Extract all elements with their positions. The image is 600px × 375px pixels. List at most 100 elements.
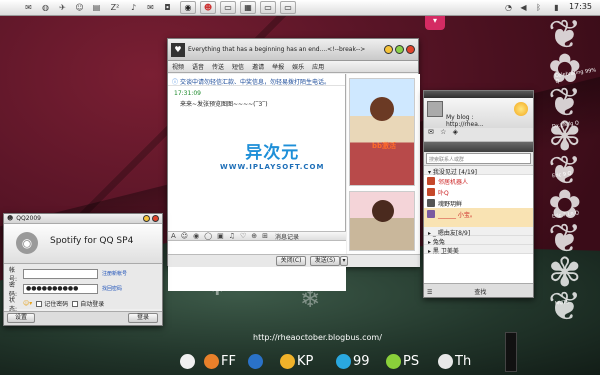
pink-tag[interactable]: ▾ [425,16,445,30]
minimize-button[interactable] [384,45,393,54]
forgot-password-link[interactable]: 找回密码 [102,285,122,292]
menu-sms[interactable]: 短信 [232,62,244,71]
signature[interactable]: My blog : http://rhea... [446,114,512,128]
dock-globe-icon [248,354,263,369]
send-button[interactable]: 发送(S) [310,256,340,266]
voice-message-icon[interactable]: ◯ [204,232,212,240]
font-icon[interactable]: A [171,232,176,240]
minimize-button[interactable] [143,215,150,222]
remember-label: 记住密码 [44,301,69,308]
qq-show-friend-figure-icon [372,200,394,222]
menu-apps[interactable]: 应用 [312,62,324,71]
apple-icon[interactable] [6,2,17,13]
qq-show-figure-icon [370,97,394,121]
mail2-icon[interactable]: ✉ [145,2,156,13]
heart-icon[interactable]: ♡ [240,232,246,240]
account-field[interactable] [23,268,98,279]
emoji-icon[interactable]: ☺ [181,232,188,240]
menu-voice[interactable]: 语音 [192,62,204,71]
login-titlebar[interactable]: ☻ QQ2009 [4,214,162,224]
mail-icon[interactable]: ✉ [23,2,34,13]
clock[interactable]: 17:35 [569,2,592,11]
menu-video[interactable]: 视频 [172,62,184,71]
dock-kp-label: KP [297,354,314,369]
contact-group[interactable]: ▸ 黑 卫美美 [424,245,533,255]
history-icon[interactable]: ⊞ [262,232,268,240]
battery-icon[interactable]: ▮ [551,2,562,13]
password-field[interactable]: ●●●●●●●●●● [23,283,98,294]
volume-icon[interactable]: ◀ [518,2,529,13]
wifi-icon[interactable]: ◔ [503,2,514,13]
contact-item[interactable]: 魂野玥鲜 [424,197,533,208]
login-banner: ◉ Spotify for QQ SP4 [4,224,162,264]
menu-transfer[interactable]: 传送 [212,62,224,71]
close-chat-button[interactable]: 关闭(C) [276,256,306,266]
dock-item-finder[interactable] [180,354,197,372]
contact-item-selected[interactable]: ______ 小宝。 [424,208,533,227]
task-chat-icon[interactable]: ▦ [240,1,256,14]
dock-item-th[interactable]: Th [438,354,471,372]
message-history[interactable]: 17:31:09 来来~发张预览图图~~~~(‾3‾) 异次元 WWW.IPLA… [168,86,345,181]
dock-item-ff[interactable]: FF [204,354,236,372]
status-dropdown[interactable]: ☺▾ [23,300,32,307]
folder-icon[interactable]: ▤ [91,2,102,13]
history-button[interactable]: 消息记录 [275,232,299,241]
qq-show-avatar[interactable]: bb激活 [349,78,415,186]
send-options-button[interactable]: ▾ [340,256,348,266]
shake-icon[interactable]: ◉ [193,232,199,240]
dock-item-kp[interactable]: KP [280,354,313,372]
bluetooth-icon[interactable]: ᛒ [533,2,544,13]
menu-report[interactable]: 举报 [272,62,284,71]
chat-avatar[interactable]: ♥ [171,42,185,57]
menu-icon[interactable]: ☰ [427,289,432,296]
blog-url[interactable]: http://rheaoctober.blogbus.com/ [253,333,382,342]
weather-sun-icon[interactable] [514,102,528,116]
task-explorer-icon[interactable]: ▭ [220,1,236,14]
message-text: 来来~发张预览图图~~~~(‾3‾) [180,101,268,108]
dock-item-ps[interactable]: PS [386,354,419,372]
dock-item-99[interactable]: 99 [336,354,370,372]
contact-item[interactable]: 邻居机器人 [424,175,533,186]
task-qq-icon[interactable]: ☻ [200,1,216,14]
dock-item-globe[interactable] [248,354,265,372]
contact-group[interactable]: ▸ 兔兔 [424,236,533,246]
mute-widget[interactable] [505,332,517,372]
contact-search[interactable]: 搜索联系人或群 [426,153,531,164]
contact-group[interactable]: ▾ 我没见过 [4/19] [424,166,533,176]
register-link[interactable]: 注册新帐号 [102,270,127,277]
contacts-titlebar[interactable] [424,91,533,98]
settings-button[interactable]: 设置 [7,313,35,323]
contact-tabs[interactable] [424,142,533,152]
menu-invite[interactable]: 邀请 [252,62,264,71]
login-button[interactable]: 登录 [128,313,158,323]
task-window2-icon[interactable]: ▭ [280,1,296,14]
image-icon[interactable]: ▣ [217,232,224,240]
menu-fun[interactable]: 娱乐 [292,62,304,71]
close-button[interactable] [406,45,415,54]
mail-icon[interactable]: ✉ [428,128,434,136]
user-icon[interactable]: ☺ [74,2,85,13]
qq-show-friend[interactable] [349,191,415,251]
dock-ff-icon [204,354,219,369]
desktop: ❦✿❦✾❦✿❦✾❦ ❄ ❄ ❄ Celebrating 99% Q Dx.LN … [0,0,600,375]
find-button[interactable]: 查找 [474,289,486,296]
task-firefox-icon[interactable]: ◉ [180,1,196,14]
maximize-button[interactable] [395,45,404,54]
music-icon[interactable]: ♫ [229,232,235,240]
z-label: Z² [110,3,120,12]
note-icon[interactable]: ♪ [128,2,139,13]
task-window-icon[interactable]: ▭ [260,1,276,14]
bird-icon[interactable]: ✈ [57,2,68,13]
camera-icon[interactable]: ◘ [162,2,173,13]
contact-item[interactable]: 卟Q [424,186,533,197]
contact-group[interactable]: ▸ _ 嗯由友[8/9] [424,227,533,237]
profile-avatar[interactable] [427,101,443,117]
space-icon[interactable]: ☆ [440,128,446,136]
close-button[interactable] [152,215,159,222]
autologin-checkbox[interactable] [72,300,79,307]
wallet-icon[interactable]: ◈ [453,128,458,136]
chat-titlebar[interactable]: ♥ Everything that has a beginning has an… [168,39,418,61]
screenshot-icon[interactable]: ⊕ [251,232,257,240]
rss-icon[interactable]: ◍ [40,2,51,13]
remember-checkbox[interactable] [36,300,43,307]
